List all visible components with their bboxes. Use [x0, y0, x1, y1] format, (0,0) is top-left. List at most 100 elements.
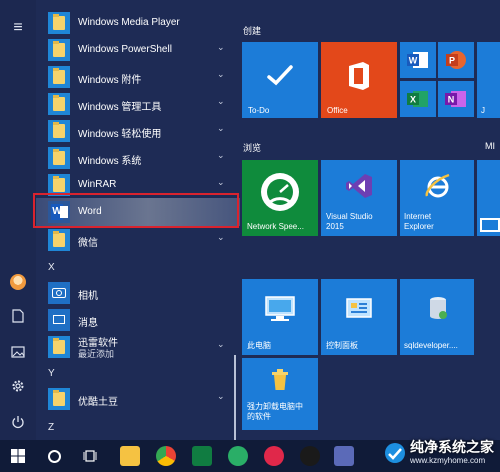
documents-button[interactable]	[0, 300, 36, 332]
user-account-button[interactable]	[0, 266, 36, 298]
chevron-down-icon[interactable]: ⌄	[217, 177, 225, 188]
app-blue-icon[interactable]	[334, 446, 354, 466]
tile-uninstaller[interactable]: 强力卸载电脑中 的软件	[242, 358, 318, 430]
control-panel-icon	[346, 298, 372, 318]
search-button[interactable]	[36, 440, 72, 472]
letter-header-z[interactable]: Z	[48, 422, 54, 433]
tile-internet-explorer[interactable]: Internet Explorer	[400, 160, 474, 236]
excel-taskbar-icon[interactable]	[192, 446, 212, 466]
tile-word[interactable]: W	[400, 42, 436, 78]
letter-header-y[interactable]: Y	[48, 368, 55, 379]
chevron-down-icon[interactable]: ⌄	[217, 96, 225, 107]
watermark: 纯净系统之家 www.kzmyhome.com	[380, 436, 500, 472]
folder-icon	[48, 229, 70, 251]
app-item-wechat[interactable]: 微信 ⌄	[36, 226, 236, 254]
office-icon	[349, 62, 369, 90]
start-rail: ≡	[0, 0, 36, 440]
database-icon	[430, 297, 447, 319]
app-item-label: Windows 附件	[78, 75, 142, 86]
folder-icon	[48, 120, 70, 142]
tile-visual-studio[interactable]: Visual Studio 2015	[321, 160, 397, 236]
app-item-windows-admin-tools[interactable]: Windows 管理工具 ⌄	[36, 90, 236, 118]
group-title-create[interactable]: 创建	[243, 24, 261, 37]
folder-icon	[48, 336, 70, 358]
powerpoint-icon: P	[446, 51, 466, 69]
app-item-label: Windows PowerShell	[78, 44, 172, 55]
power-icon	[12, 416, 24, 429]
pictures-button[interactable]	[0, 336, 36, 368]
expand-menu-button[interactable]: ≡	[0, 12, 36, 44]
hamburger-icon: ≡	[13, 19, 23, 36]
chevron-down-icon[interactable]: ⌄	[217, 391, 225, 402]
excel-icon: X	[407, 91, 428, 107]
tile-todo[interactable]: To-Do	[242, 42, 318, 118]
folder-icon	[48, 93, 70, 115]
app-red-icon[interactable]	[264, 446, 284, 466]
tile-partial-right[interactable]: J	[477, 42, 500, 118]
tile-this-pc[interactable]: 此电脑	[242, 279, 318, 355]
windows-logo-icon	[11, 449, 25, 463]
chevron-down-icon[interactable]: ⌄	[217, 123, 225, 134]
word-icon: W	[407, 52, 428, 68]
app-item-xunlei[interactable]: 迅雷软件 最近添加 ⌄	[36, 333, 236, 361]
chevron-down-icon[interactable]: ⌄	[217, 339, 225, 350]
start-button[interactable]	[0, 440, 36, 472]
watermark-url: www.kzmyhome.com	[410, 456, 486, 465]
app-item-label: Windows Media Player	[78, 17, 180, 28]
app-item-camera[interactable]: 相机	[36, 279, 236, 307]
chevron-down-icon[interactable]: ⌄	[217, 69, 225, 80]
power-button[interactable]	[0, 406, 36, 438]
group-title-browse[interactable]: 浏览	[243, 141, 261, 154]
task-view-button[interactable]	[72, 440, 108, 472]
tile-control-panel[interactable]: 控制面板	[321, 279, 397, 355]
tile-label: 控制面板	[326, 341, 358, 350]
word-highlight-box	[33, 193, 239, 228]
chrome-icon[interactable]	[156, 446, 176, 466]
group-title-partial[interactable]: MI	[485, 141, 495, 151]
app-item-label: 消息	[78, 318, 98, 329]
file-explorer-icon[interactable]	[120, 446, 140, 466]
computer-icon	[265, 296, 295, 321]
app-item-windows-accessories[interactable]: Windows 附件 ⌄	[36, 63, 236, 91]
tile-label: Network Spee...	[247, 222, 304, 231]
qq-icon[interactable]	[300, 446, 320, 466]
watermark-title: 纯净系统之家	[410, 439, 494, 455]
folder-icon	[48, 66, 70, 88]
app-item-windows-ease-of-access[interactable]: Windows 轻松使用 ⌄	[36, 117, 236, 145]
app-item-label: WinRAR	[78, 179, 117, 190]
tile-label: sqldeveloper....	[404, 341, 458, 350]
tile-label: J	[481, 106, 485, 115]
letter-header-x[interactable]: X	[48, 262, 55, 273]
chevron-down-icon[interactable]: ⌄	[217, 42, 225, 53]
start-menu: ≡ Windows Media Player Windows PowerShel…	[0, 0, 500, 440]
folder-icon	[48, 147, 70, 169]
settings-button[interactable]	[0, 370, 36, 402]
app-item-label: 相机	[78, 291, 98, 302]
tile-office[interactable]: Office	[321, 42, 397, 118]
tile-sqldeveloper[interactable]: sqldeveloper....	[400, 279, 474, 355]
tile-powerpoint[interactable]: P	[438, 42, 474, 78]
tile-partial-right-2[interactable]	[477, 160, 500, 236]
tile-onenote[interactable]: N	[438, 81, 474, 117]
tile-label: Visual Studio 2015	[326, 212, 373, 231]
chevron-down-icon[interactable]: ⌄	[217, 232, 225, 243]
app-item-youku[interactable]: 优酷土豆 ⌄	[36, 385, 236, 413]
watermark-logo-icon	[385, 443, 405, 463]
camera-icon	[48, 282, 70, 304]
tile-network-speed[interactable]: Network Spee...	[242, 160, 318, 236]
app-item-messaging[interactable]: 消息	[36, 306, 236, 334]
app-item-label: 优酷土豆	[78, 397, 118, 408]
gear-icon	[12, 380, 24, 392]
app-item-windows-system[interactable]: Windows 系统 ⌄	[36, 144, 236, 172]
app-item-windows-powershell[interactable]: Windows PowerShell ⌄	[36, 36, 236, 64]
checkmark-icon	[267, 65, 293, 86]
wechat-icon[interactable]	[228, 446, 248, 466]
app-item-windows-media-player[interactable]: Windows Media Player	[36, 9, 236, 37]
visual-studio-icon	[346, 174, 372, 198]
recently-added-badge: 最近添加	[78, 349, 115, 359]
tile-excel[interactable]: X	[400, 81, 436, 117]
svg-text:N: N	[448, 95, 455, 105]
chevron-down-icon[interactable]: ⌄	[217, 150, 225, 161]
scrollbar[interactable]	[234, 355, 236, 440]
message-icon	[48, 309, 70, 331]
